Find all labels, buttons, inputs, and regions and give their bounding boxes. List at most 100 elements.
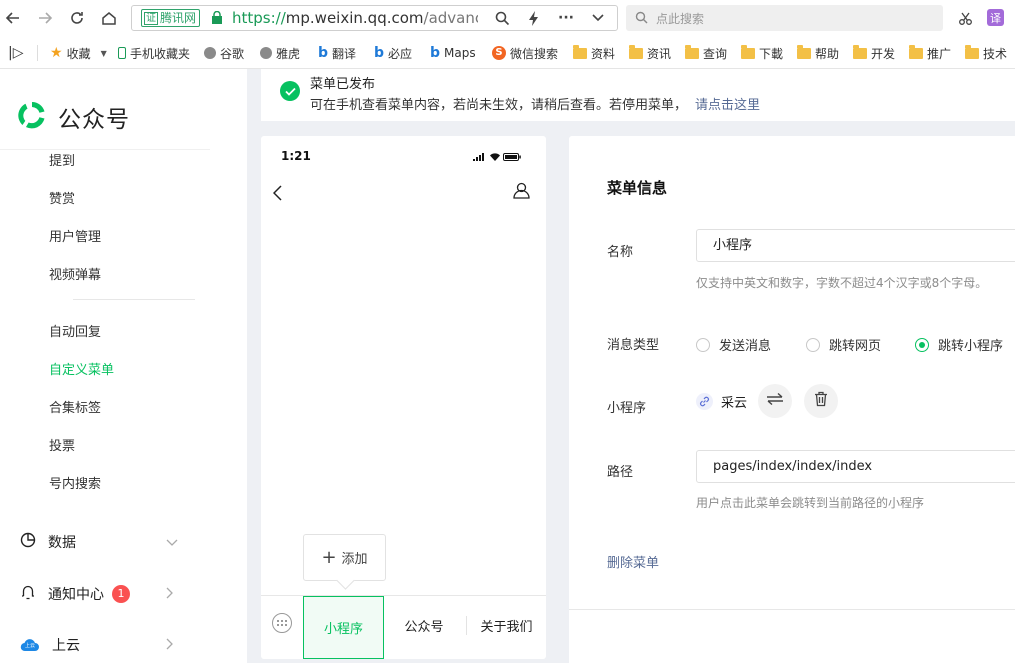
bookmark-translate[interactable]: b 翻译 (318, 44, 356, 62)
bookmark-maps[interactable]: b Maps (430, 44, 476, 62)
sidebar-item-custom-menu[interactable]: 自定义菜单 (49, 359, 114, 378)
globe-icon (260, 47, 272, 59)
link-icon (696, 393, 713, 410)
reload-icon[interactable] (67, 8, 87, 28)
cloud-icon-label: 上云 (25, 643, 36, 649)
chevron-down-icon[interactable] (166, 536, 178, 550)
translate-icon[interactable]: 译 (987, 9, 1004, 26)
menu-item-official-account[interactable]: 公众号 (384, 616, 464, 635)
sidebar-item-user-management[interactable]: 用户管理 (49, 226, 101, 245)
divider (73, 299, 195, 300)
url-text[interactable]: https://mp.weixin.qq.com/advanced/s (232, 9, 478, 27)
back-chevron-icon[interactable] (272, 182, 283, 206)
sidebar-item-mentions[interactable]: 提到 (49, 150, 75, 169)
bookmark-mobile[interactable]: 手机收藏夹 (118, 44, 190, 62)
chevron-right-icon[interactable] (166, 638, 174, 653)
folder-icon (853, 44, 867, 59)
bing-icon: b (430, 45, 441, 61)
bookmark-folder-1[interactable]: 资料 (573, 44, 615, 62)
forward-arrow-icon[interactable] (35, 8, 55, 28)
disable-menu-link[interactable]: 请点击这里 (695, 98, 760, 113)
logo[interactable]: 公众号 (16, 99, 130, 135)
cert-icon: 证 (144, 11, 158, 25)
sidebar-item-video-danmaku[interactable]: 视频弹幕 (49, 264, 101, 283)
phone-status-icons (473, 150, 521, 165)
bookmark-yahoo[interactable]: 雅虎 (260, 44, 300, 62)
radio-circle (806, 337, 820, 352)
more-icon[interactable]: ··· (556, 8, 576, 28)
swap-arrows-icon (766, 392, 784, 409)
magnifier-icon[interactable] (492, 8, 512, 28)
keyboard-icon[interactable] (272, 613, 292, 633)
bing-icon: b (318, 45, 329, 61)
delete-mini-program-button[interactable] (804, 384, 838, 418)
sidebar: 公众号 提到 赞赏 用户管理 视频弹幕 自动回复 自定义菜单 合集标签 投票 号… (0, 69, 247, 663)
phone-menu-bar: 小程序 公众号 关于我们 (261, 595, 546, 659)
sidebar-item-appreciation[interactable]: 赞赏 (49, 188, 75, 207)
signal-icon (473, 150, 487, 165)
bookmark-weixin-search[interactable]: S 微信搜索 (492, 44, 558, 62)
sidebar-item-in-account-search[interactable]: 号内搜索 (49, 473, 101, 492)
sidebar-section-label: 数据 (48, 535, 76, 551)
scissors-icon[interactable] (955, 8, 975, 28)
divider (569, 609, 1015, 610)
sogou-icon: S (492, 46, 506, 60)
bookmark-folder-6[interactable]: 开发 (853, 44, 895, 62)
chevron-right-icon[interactable] (166, 587, 174, 602)
menu-item-mini-program[interactable]: 小程序 (303, 596, 384, 659)
bookmark-folder-7[interactable]: 推广 (909, 44, 951, 62)
home-icon[interactable] (99, 8, 119, 28)
chevron-down-icon[interactable] (588, 8, 608, 28)
switch-mini-program-button[interactable] (758, 384, 792, 418)
path-hint: 用户点击此菜单会跳转到当前路径的小程序 (696, 496, 925, 510)
bookmark-folder-5[interactable]: 帮助 (797, 44, 839, 62)
search-icon (635, 11, 648, 28)
sidebar-item-collection-tags[interactable]: 合集标签 (49, 397, 101, 416)
mini-program-label: 小程序 (607, 401, 647, 416)
certificate-badge[interactable]: 证 腾讯网 (141, 9, 201, 27)
bookmark-folder-4[interactable]: 下載 (741, 44, 783, 62)
sidebar-section-notifications[interactable]: 通知中心 1 (20, 584, 130, 604)
sidebar-toggle-icon[interactable]: |▷ (8, 44, 23, 62)
bookmark-folder-3[interactable]: 查询 (685, 44, 727, 62)
bookmark-favorites[interactable]: ★ 收藏 ▼ (50, 44, 107, 62)
bookmarks-bar: |▷ ★ 收藏 ▼ 手机收藏夹 谷歌 雅虎 b 翻译 b 必应 b Maps S… (0, 36, 1015, 69)
delete-menu-link[interactable]: 删除菜单 (607, 552, 659, 571)
lock-icon (211, 10, 223, 24)
notification-count-badge: 1 (112, 585, 130, 603)
message-type-label: 消息类型 (607, 338, 660, 353)
lightning-icon[interactable] (524, 8, 544, 28)
plus-icon: + (321, 546, 337, 568)
divider (37, 45, 38, 61)
sidebar-item-vote[interactable]: 投票 (49, 435, 75, 454)
folder-icon (741, 44, 755, 59)
radio-send-message[interactable]: 发送消息 (696, 335, 771, 354)
bookmark-google[interactable]: 谷歌 (204, 44, 244, 62)
address-bar[interactable]: 证 腾讯网 https://mp.weixin.qq.com/advanced/… (131, 5, 618, 31)
globe-icon (204, 47, 216, 59)
name-input[interactable]: 小程序 (696, 229, 1015, 262)
selected-mini-program: 采云 (696, 392, 747, 411)
radio-jump-mini-program[interactable]: 跳转小程序 (915, 335, 1003, 354)
phone-preview: 1:21 + 添加 小程序 公众号 关于我们 (261, 136, 546, 659)
user-icon[interactable] (513, 182, 530, 203)
path-input[interactable]: pages/index/index/index (696, 450, 1015, 483)
sidebar-item-auto-reply[interactable]: 自动回复 (49, 321, 101, 340)
add-submenu-button[interactable]: + 添加 (303, 534, 386, 581)
bookmark-bing[interactable]: b 必应 (374, 44, 412, 62)
browser-search-input[interactable]: 点此搜索 (626, 5, 943, 31)
bookmark-folder-2[interactable]: 资讯 (629, 44, 671, 62)
sidebar-section-data[interactable]: 数据 (20, 532, 76, 552)
radio-jump-webpage[interactable]: 跳转网页 (806, 335, 881, 354)
sidebar-section-cloud[interactable]: 上云 上云 (20, 635, 80, 655)
menu-item-about-us[interactable]: 关于我们 (466, 616, 546, 635)
bookmark-folder-8[interactable]: 技术 (965, 44, 1007, 62)
back-arrow-icon[interactable] (3, 8, 23, 28)
wifi-icon (490, 150, 500, 165)
name-hint: 仅支持中英文和数字，字数不超过4个汉字或8个字母。 (696, 276, 988, 290)
bing-icon: b (374, 45, 385, 61)
battery-icon (503, 150, 521, 165)
radio-circle (696, 337, 710, 352)
folder-icon (965, 44, 979, 59)
notice-title: 菜单已发布 (310, 77, 376, 92)
